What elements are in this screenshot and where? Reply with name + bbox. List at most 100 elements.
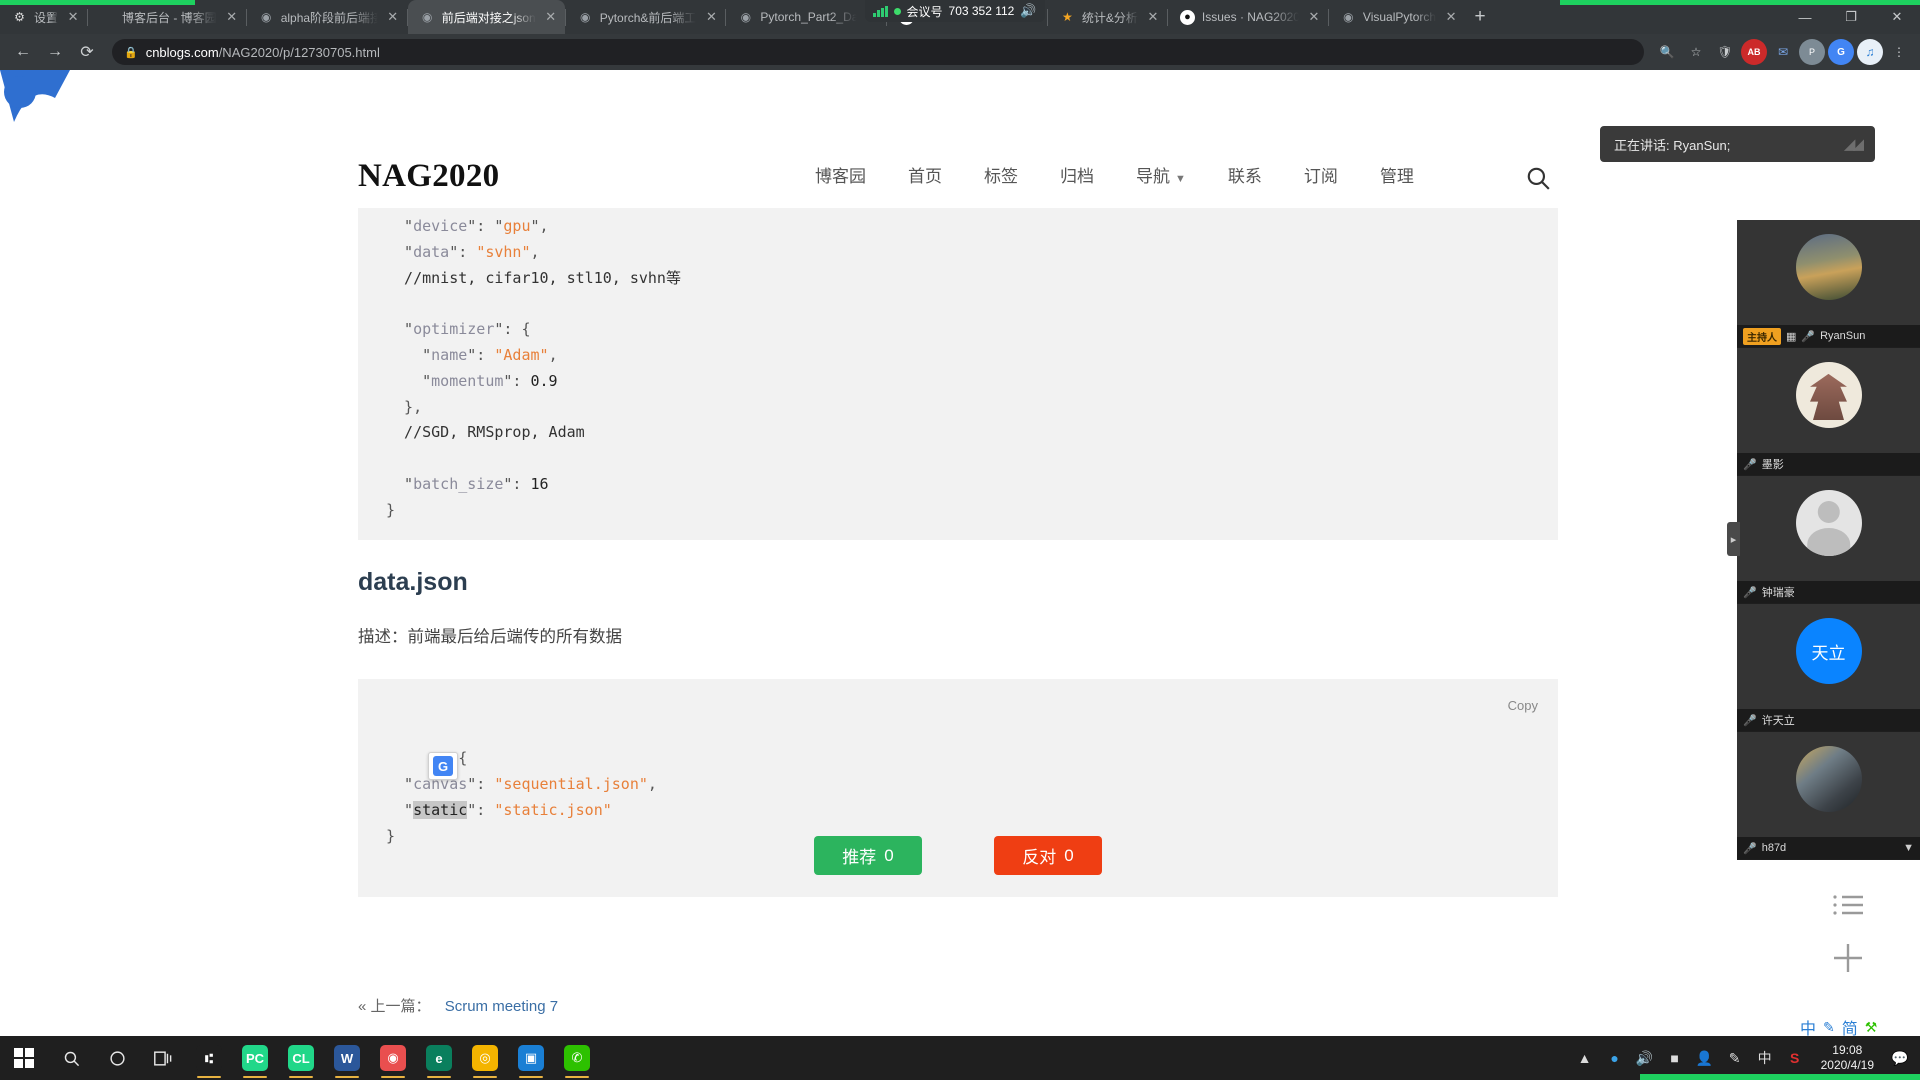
app-screenshot[interactable]: ▣: [508, 1036, 554, 1080]
adblock-icon[interactable]: AB: [1741, 39, 1767, 65]
nav-item-home[interactable]: 首页: [908, 162, 942, 187]
nav-item-archive[interactable]: 归档: [1060, 162, 1094, 187]
mail-icon[interactable]: ✉: [1770, 39, 1796, 65]
cortana-icon[interactable]: [94, 1036, 140, 1080]
tab-close-icon[interactable]: ✕: [703, 9, 719, 25]
sogou-icon[interactable]: S: [1785, 1050, 1805, 1066]
browser-tab[interactable]: ● Issues · NAG2020 ✕: [1168, 0, 1328, 34]
start-button[interactable]: [0, 1036, 48, 1080]
collapse-speakers-icon[interactable]: ◢◢: [1844, 135, 1864, 153]
tab-close-icon[interactable]: ✕: [224, 9, 240, 25]
chevron-down-icon[interactable]: ▼: [1903, 842, 1914, 854]
app-pycharm[interactable]: PC: [232, 1036, 278, 1080]
mic-off-icon[interactable]: 🎤: [1743, 586, 1757, 599]
oppose-button[interactable]: 反对 0: [994, 836, 1102, 875]
participant-status-bar: 主持人 ▦ 🎤 RyanSun: [1737, 325, 1920, 347]
music-icon[interactable]: ♫: [1857, 39, 1883, 65]
copy-code-button[interactable]: Copy: [1508, 693, 1538, 719]
recommend-label: 推荐: [842, 848, 877, 867]
restore-button[interactable]: ❐: [1828, 0, 1874, 34]
nav-item-contact[interactable]: 联系: [1228, 162, 1262, 187]
app-edge-icon: e: [426, 1045, 452, 1071]
mic-off-icon[interactable]: 🎤: [1743, 714, 1757, 727]
mic-off-icon[interactable]: 🎤: [1743, 458, 1757, 471]
battery-icon[interactable]: ■: [1665, 1050, 1685, 1066]
blog-title[interactable]: NAG2020: [358, 158, 499, 195]
browser-tab[interactable]: ★ 统计&分析 ✕: [1048, 0, 1167, 34]
code-line: //SGD, RMSprop, Adam: [386, 423, 585, 442]
volume-icon[interactable]: 🔊: [1635, 1050, 1655, 1067]
google-translate-icon[interactable]: G: [428, 752, 458, 780]
taskbar-search-icon[interactable]: [48, 1036, 94, 1080]
ime-mode[interactable]: 简: [1842, 1015, 1858, 1039]
panel-toggle-handle[interactable]: ▸: [1727, 522, 1740, 556]
prev-post-link[interactable]: Scrum meeting 7: [445, 998, 558, 1015]
recommend-button[interactable]: 推荐 0: [814, 836, 922, 875]
browser-tab[interactable]: ◉Pytorch_Part2_Da✕: [726, 0, 886, 34]
bookmark-star-icon[interactable]: ☆: [1683, 39, 1709, 65]
browser-tab[interactable]: ◉ alpha阶段前后端接 ✕: [247, 0, 407, 34]
zoom-icon[interactable]: 🔍: [1654, 39, 1680, 65]
ime-extra-icon[interactable]: ⚒: [1865, 1019, 1878, 1036]
shield-icon[interactable]: 🛡: [1712, 39, 1738, 65]
participant-tile[interactable]: 🎤 墨影: [1737, 348, 1920, 476]
browser-tab[interactable]: ⚙ 设置 ✕: [0, 0, 87, 34]
tab-close-icon[interactable]: ✕: [543, 9, 559, 25]
meeting-id-pill[interactable]: 会议号 703 352 112 🔊: [865, 0, 1045, 22]
address-bar[interactable]: 🔒 cnblogs.com/NAG2020/p/12730705.html: [112, 39, 1644, 65]
nav-item-subscribe[interactable]: 订阅: [1304, 162, 1338, 187]
participant-tile[interactable]: 🎤 h87d ▼: [1737, 732, 1920, 860]
translate-icon[interactable]: G: [1828, 39, 1854, 65]
pdf-icon[interactable]: P: [1799, 39, 1825, 65]
app-chrome[interactable]: ◎: [462, 1036, 508, 1080]
browser-tab[interactable]: 博客后台 - 博客园 ✕: [88, 0, 246, 34]
task-view-icon[interactable]: [140, 1036, 186, 1080]
code-line: //mnist, cifar10, stl10, svhn等: [386, 268, 681, 287]
nav-item-manage[interactable]: 管理: [1380, 162, 1414, 187]
speaker-icon[interactable]: 🔊: [1020, 3, 1036, 19]
mic-on-icon[interactable]: 🎤: [1801, 330, 1815, 343]
app-chart[interactable]: ⑆: [186, 1036, 232, 1080]
qq-icon[interactable]: 👤: [1695, 1050, 1715, 1067]
menu-icon[interactable]: ⋮: [1886, 39, 1912, 65]
mic-off-icon[interactable]: 🎤: [1743, 842, 1757, 855]
chevron-up-icon[interactable]: ▲: [1575, 1050, 1595, 1066]
list-icon[interactable]: [1822, 880, 1874, 932]
forward-button[interactable]: →: [40, 37, 70, 67]
tab-close-icon[interactable]: ✕: [1443, 9, 1459, 25]
nav-item-tags[interactable]: 标签: [984, 162, 1018, 187]
sogou-pen-icon[interactable]: ✎: [1725, 1050, 1745, 1067]
app-player[interactable]: ◉: [370, 1036, 416, 1080]
app-wechat[interactable]: ✆: [554, 1036, 600, 1080]
notification-icon[interactable]: 💬: [1890, 1050, 1910, 1067]
participant-tile[interactable]: 天立 🎤 许天立: [1737, 604, 1920, 732]
app-clion[interactable]: CL: [278, 1036, 324, 1080]
nav-item-navigation[interactable]: 导航 ▼: [1136, 162, 1186, 187]
pen-icon[interactable]: ✎: [1823, 1019, 1835, 1036]
tab-close-icon[interactable]: ✕: [65, 9, 81, 25]
tab-close-icon[interactable]: ✕: [385, 9, 401, 25]
browser-tab[interactable]: ◉ Pytorch&前后端工 ✕: [566, 0, 726, 34]
taskbar-clock[interactable]: 19:08 2020/4/19: [1815, 1043, 1880, 1073]
ime-cn-icon[interactable]: 中: [1755, 1048, 1775, 1068]
app-edge[interactable]: e: [416, 1036, 462, 1080]
participant-tile[interactable]: 主持人 ▦ 🎤 RyanSun: [1737, 220, 1920, 348]
close-window-button[interactable]: ✕: [1874, 0, 1920, 34]
browser-tab[interactable]: ◉ 前后端对接之json ✕: [407, 0, 565, 34]
browser-tab[interactable]: ◉ VisualPytorch ✕: [1329, 0, 1465, 34]
tab-close-icon[interactable]: ✕: [1306, 9, 1322, 25]
cnblogs-icon: ◉: [421, 10, 433, 24]
tab-close-icon[interactable]: ✕: [1145, 9, 1161, 25]
nav-item-blogs[interactable]: 博客园: [815, 162, 866, 187]
plus-icon[interactable]: [1822, 932, 1874, 984]
reload-button[interactable]: ⟳: [72, 37, 102, 67]
new-tab-button[interactable]: +: [1465, 2, 1495, 32]
ime-language[interactable]: 中: [1800, 1015, 1816, 1039]
search-icon[interactable]: [1525, 165, 1551, 191]
app-word[interactable]: W: [324, 1036, 370, 1080]
participant-tile[interactable]: 🎤 钟瑞豪: [1737, 476, 1920, 604]
network-icon[interactable]: ●: [1605, 1050, 1625, 1066]
back-button[interactable]: ←: [8, 37, 38, 67]
participant-avatar: [1795, 362, 1862, 428]
minimize-button[interactable]: —: [1782, 0, 1828, 34]
